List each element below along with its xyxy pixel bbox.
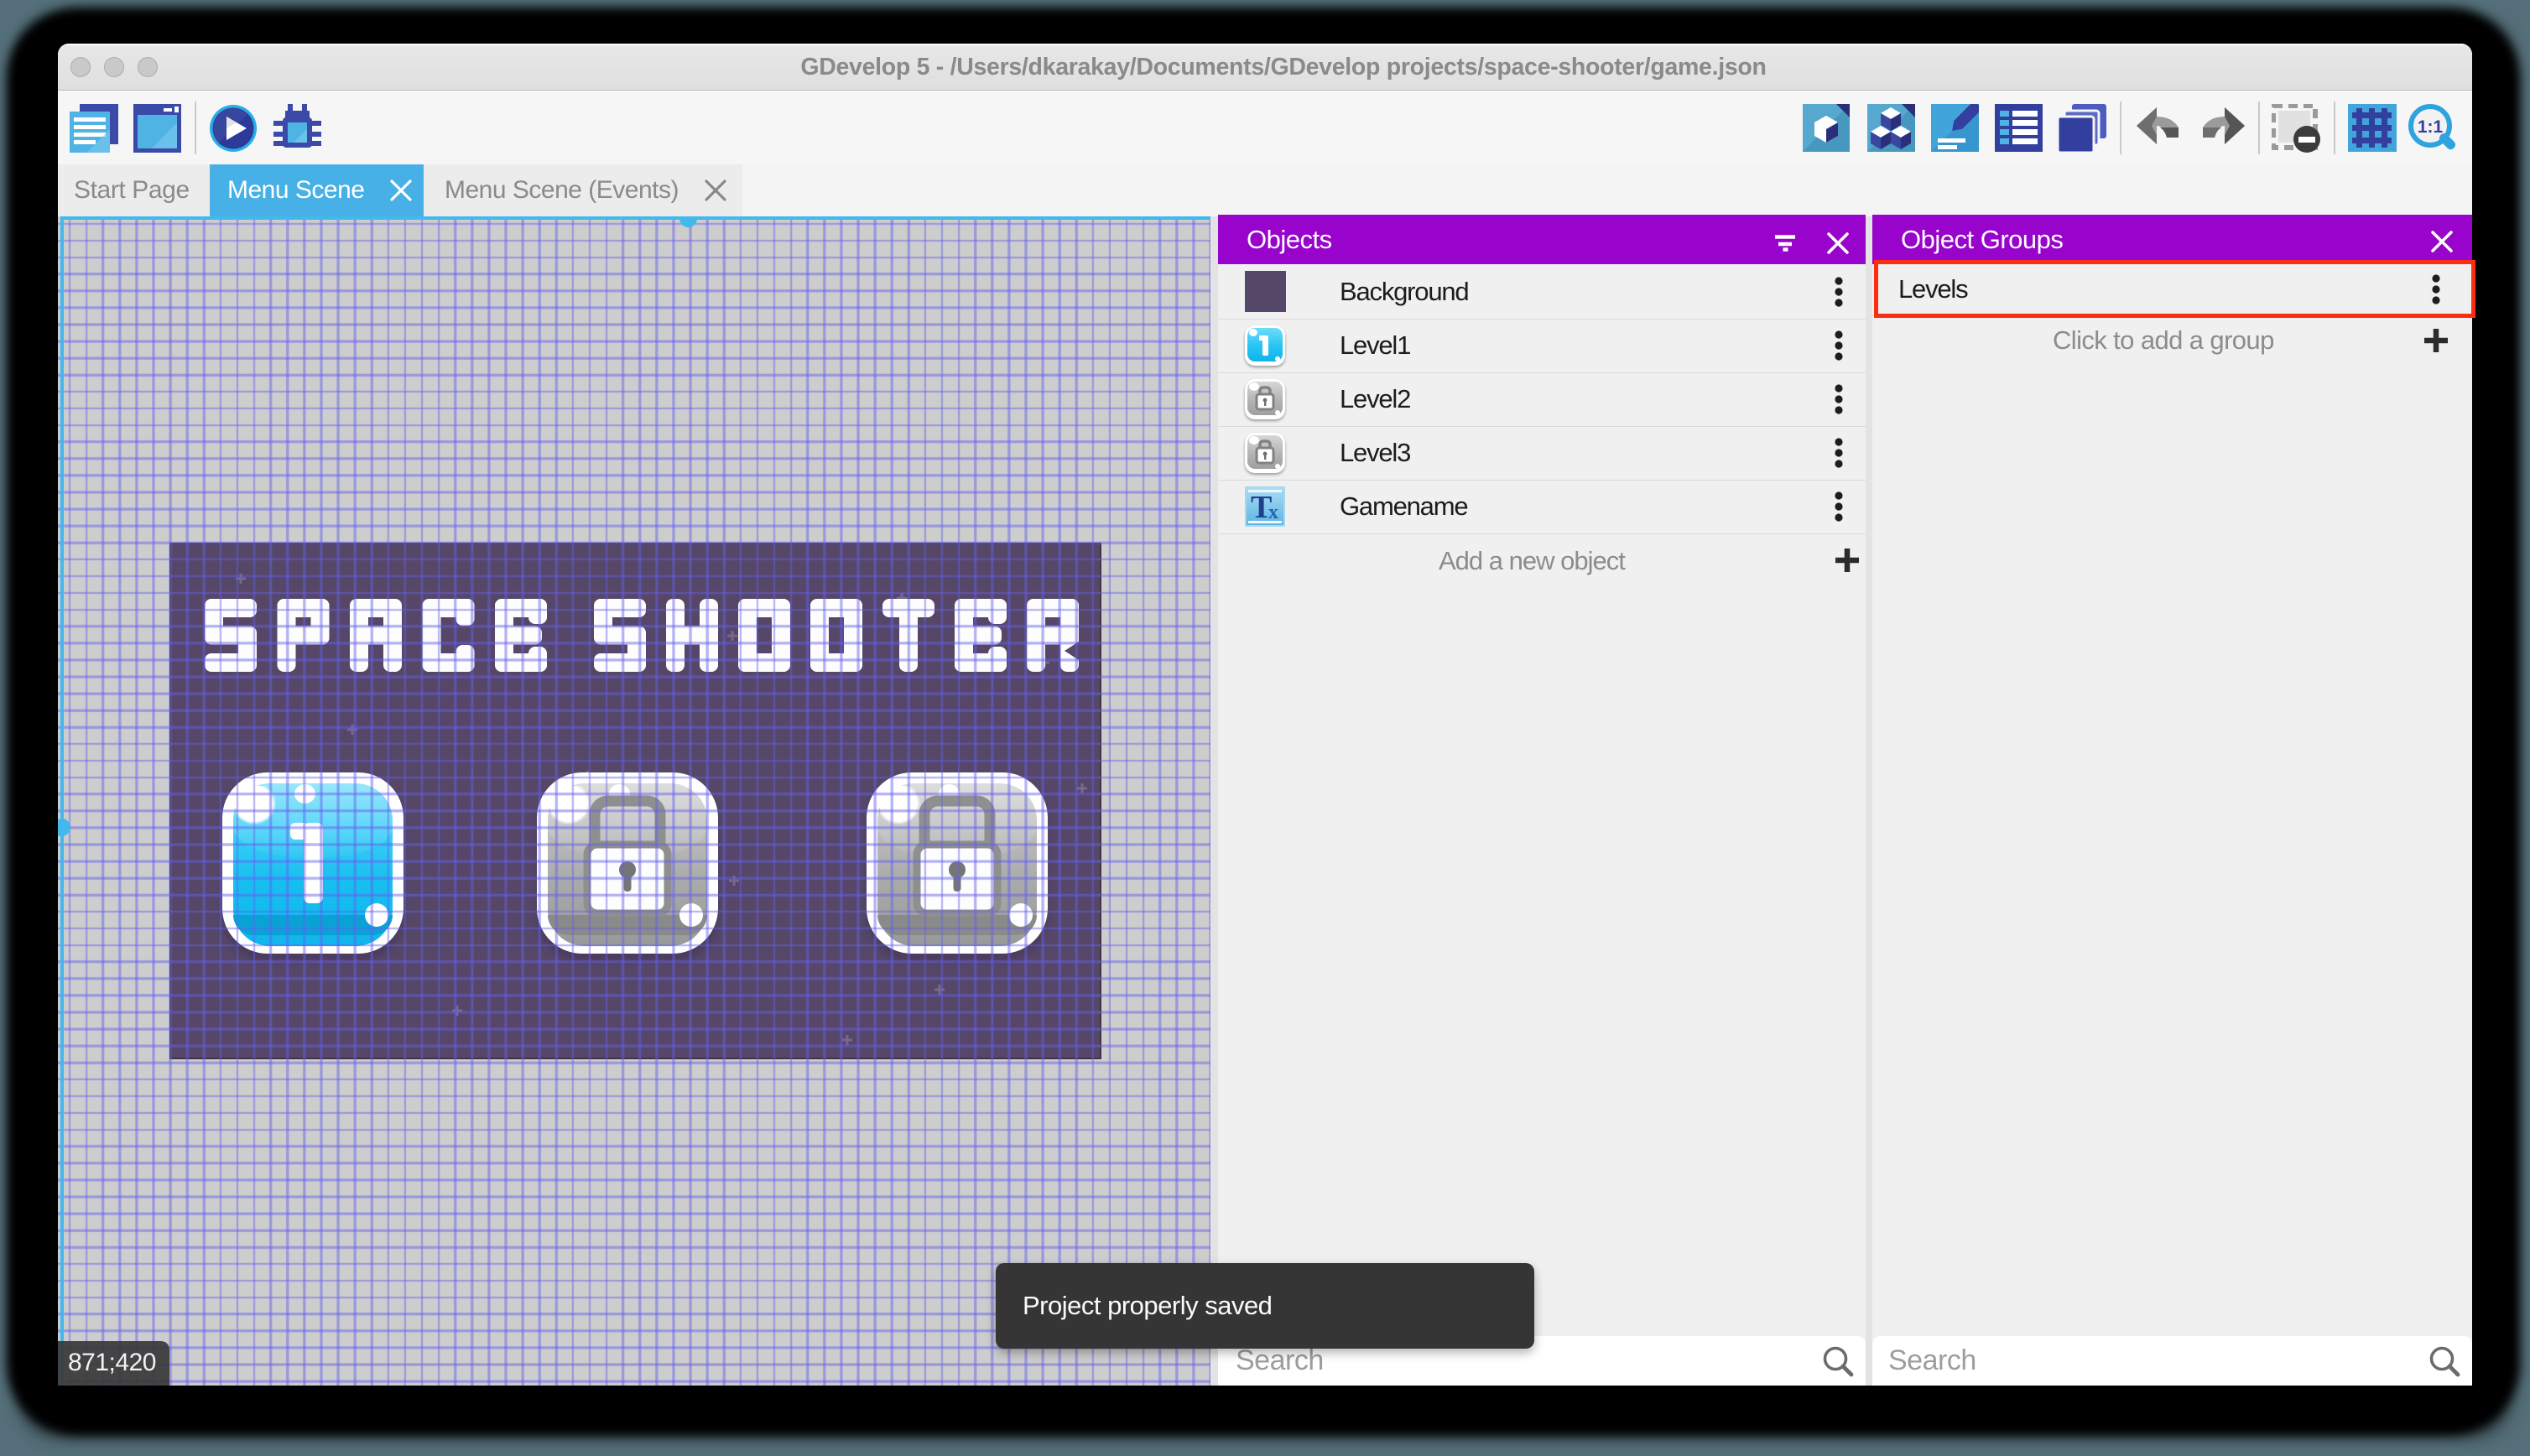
svg-text:1:1: 1:1 — [2418, 117, 2444, 137]
